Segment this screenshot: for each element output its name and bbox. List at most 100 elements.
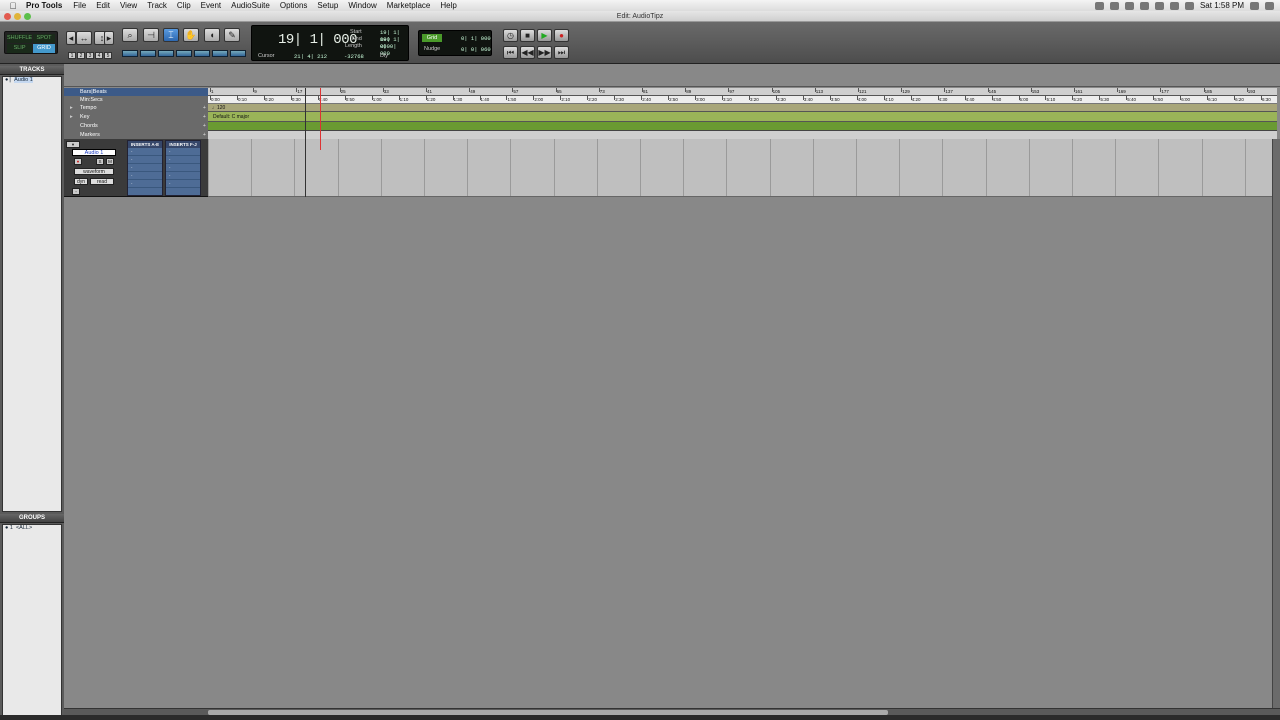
menu-event[interactable]: Event <box>196 0 226 11</box>
menu-edit[interactable]: Edit <box>91 0 115 11</box>
groups-panel-title[interactable]: GROUPS <box>0 514 64 523</box>
mirror-midi-icon[interactable] <box>194 50 210 57</box>
tab-to-transient-icon[interactable] <box>122 50 138 57</box>
wifi-icon[interactable] <box>1184 1 1194 10</box>
bars-beats-ruler[interactable]: 1 9 17 25 33 41 49 57 65 73 81 89 97 105 113 121 129 137 1… <box>208 88 1277 96</box>
ruler-label-key[interactable]: ▸ Key + <box>64 112 208 122</box>
pencil-tool-icon[interactable]: ✎ <box>224 28 240 42</box>
menu-options[interactable]: Options <box>275 0 313 11</box>
status-app-icon[interactable] <box>1109 1 1119 10</box>
tracks-panel-title[interactable]: TRACKS <box>0 66 64 75</box>
menu-clip[interactable]: Clip <box>172 0 196 11</box>
ruler-label-markers[interactable]: Markers + <box>64 131 208 139</box>
markers-ruler[interactable] <box>208 131 1277 139</box>
horizontal-zoom-icon[interactable]: ↔ <box>76 31 92 45</box>
horizontal-scrollbar[interactable] <box>64 708 1280 715</box>
menu-window[interactable]: Window <box>343 0 381 11</box>
track-playlist-area[interactable] <box>208 139 1272 197</box>
volume-icon[interactable] <box>1139 1 1149 10</box>
inserts-f-j[interactable]: INSERTS F-J · · · · · <box>165 140 201 196</box>
track-options-icon[interactable]: ▾ <box>66 141 80 148</box>
insert-slot[interactable]: · <box>166 180 200 188</box>
play-icon[interactable]: ▶ <box>537 29 552 42</box>
apple-icon[interactable]:  <box>6 1 20 11</box>
track-header-audio-1[interactable]: ▾ Audio 1 ● S M waveform dyn read ◦ INSE… <box>64 139 208 197</box>
menu-view[interactable]: View <box>115 0 142 11</box>
trim-tool-icon[interactable]: ⊣ <box>143 28 159 42</box>
tracks-list-item[interactable]: ● ▏Audio 1 <box>3 77 61 84</box>
stop-icon[interactable]: ■ <box>520 29 535 42</box>
playhead[interactable] <box>320 88 321 150</box>
empty-edit-area[interactable] <box>208 197 1272 708</box>
link-track-icon[interactable] <box>158 50 174 57</box>
solo-button[interactable]: S <box>96 158 104 165</box>
bluetooth-icon[interactable] <box>1169 1 1179 10</box>
link-timeline-icon[interactable] <box>140 50 156 57</box>
nudge-label[interactable]: Nudge <box>424 46 440 52</box>
grabber-tool-icon[interactable]: ✋ <box>183 28 199 42</box>
zoom-preset-2[interactable]: 2 <box>77 52 85 59</box>
groups-list-item[interactable]: ● 1 <ALL> <box>3 525 61 532</box>
insert-slot[interactable]: · <box>128 148 162 156</box>
zoom-out-icon[interactable]: ◂ <box>66 31 76 45</box>
vertical-scrollbar[interactable] <box>1272 139 1280 710</box>
dyn-button[interactable]: dyn <box>74 178 88 185</box>
record-arm-button[interactable]: ● <box>74 158 82 165</box>
menu-audiosuite[interactable]: AudioSuite <box>226 0 275 11</box>
zoom-preset-4[interactable]: 4 <box>95 52 103 59</box>
insert-slot[interactable]: · <box>166 164 200 172</box>
zoom-tool-icon[interactable]: ⌕ <box>122 28 138 42</box>
zoom-preset-1[interactable]: 1 <box>68 52 76 59</box>
zoom-preset-3[interactable]: 3 <box>86 52 94 59</box>
zoom-preset-5[interactable]: 5 <box>104 52 112 59</box>
inserts-a-e[interactable]: INSERTS A-E · · · · · <box>127 140 163 196</box>
automation-follows-icon[interactable] <box>212 50 228 57</box>
rewind-icon[interactable]: ◀◀ <box>520 46 535 59</box>
menu-setup[interactable]: Setup <box>312 0 343 11</box>
mode-spot[interactable]: SPOT <box>33 34 55 43</box>
insert-slot[interactable]: · <box>128 164 162 172</box>
tempo-ruler[interactable]: ♩120 <box>208 104 1277 112</box>
zoom-window-icon[interactable] <box>24 13 31 20</box>
mode-slip[interactable]: SLIP <box>7 44 33 53</box>
chords-ruler[interactable] <box>208 122 1277 131</box>
mute-button[interactable]: M <box>106 158 114 165</box>
clock[interactable]: Sat 1:58 PM <box>1200 1 1244 10</box>
menu-file[interactable]: File <box>68 0 91 11</box>
search-icon[interactable] <box>1250 1 1259 10</box>
insert-slot[interactable]: · <box>166 148 200 156</box>
menu-help[interactable]: Help <box>435 0 461 11</box>
fast-forward-icon[interactable]: ▶▶ <box>537 46 552 59</box>
track-name[interactable]: Audio 1 <box>72 149 116 156</box>
status-app-icon[interactable] <box>1124 1 1134 10</box>
online-icon[interactable]: ◷ <box>503 29 518 42</box>
return-to-zero-icon[interactable]: ⏮ <box>503 46 518 59</box>
automation-mode-selector[interactable]: read <box>90 178 114 185</box>
mode-shuffle[interactable]: SHUFFLE <box>7 34 33 43</box>
status-app-icon[interactable] <box>1094 1 1104 10</box>
menu-marketplace[interactable]: Marketplace <box>382 0 436 11</box>
ruler-label-bars-beats[interactable]: Bars|Beats <box>64 88 208 96</box>
go-to-end-icon[interactable]: ⏭ <box>554 46 569 59</box>
nudge-value[interactable]: 0| 0| 060 <box>461 46 491 53</box>
key-ruler[interactable]: Default: C major <box>208 112 1277 122</box>
mode-grid[interactable]: GRID <box>33 44 55 53</box>
record-icon[interactable]: ● <box>554 29 569 42</box>
grid-button[interactable]: Grid <box>422 34 442 42</box>
grid-value[interactable]: 0| 1| 000 <box>461 35 491 42</box>
insert-slot[interactable]: · <box>128 172 162 180</box>
timeline-rulers[interactable]: 1 9 17 25 33 41 49 57 65 73 81 89 97 105 113 121 129 137 1… <box>208 88 1277 139</box>
minimize-window-icon[interactable] <box>14 13 21 20</box>
ruler-label-min-secs[interactable]: Min:Secs <box>64 96 208 104</box>
insert-slot[interactable]: · <box>128 156 162 164</box>
keyboard-focus-icon[interactable] <box>230 50 246 57</box>
selector-tool-icon[interactable]: ⌶ <box>163 28 179 42</box>
insert-slot[interactable]: · <box>166 172 200 180</box>
insertion-follows-icon[interactable] <box>176 50 192 57</box>
zoom-in-icon[interactable]: ▸ <box>104 31 114 45</box>
min-secs-ruler[interactable]: 0:00 0:10 0:20 0:30 0:40 0:50 1:00 1:10 1:20 1:30… <box>208 96 1277 104</box>
menu-app-name[interactable]: Pro Tools <box>20 1 68 10</box>
insert-slot[interactable]: · <box>166 156 200 164</box>
scrubber-tool-icon[interactable]: ◖ <box>204 28 220 42</box>
close-window-icon[interactable] <box>4 13 11 20</box>
